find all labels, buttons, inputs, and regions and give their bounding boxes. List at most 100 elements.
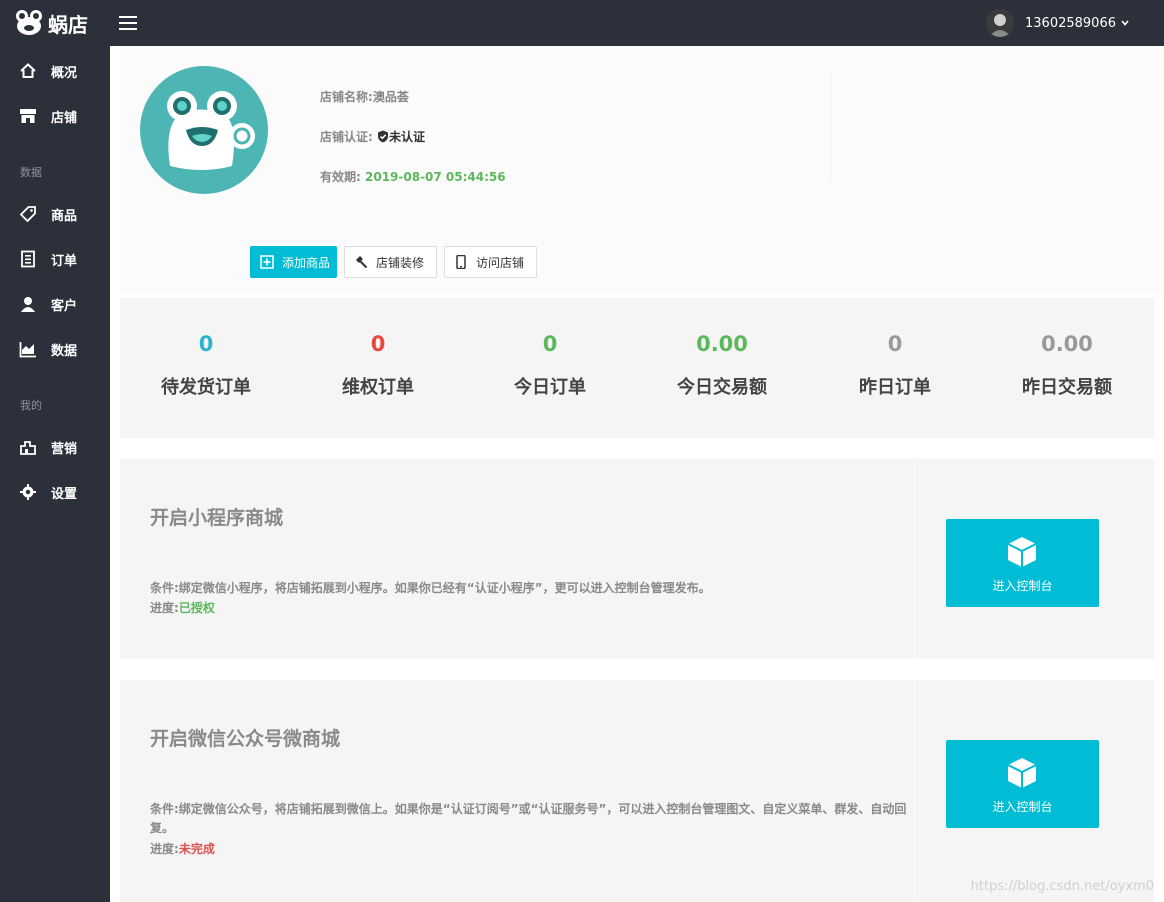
stat-label: 昨日订单 [859,377,931,398]
hammer-icon [356,256,368,269]
watermark: https://blog.csdn.net/oyxm0 [970,879,1154,894]
shield-check-icon [378,130,388,143]
store-profile: 店铺名称:澳品荟 店铺认证: 未认证 有效期: 2019-08-07 05:44… [120,46,1164,294]
brand[interactable]: 蜗店 [14,8,88,38]
progress-label: 进度: [150,842,179,856]
store-logo [140,66,268,194]
user-icon [21,297,35,312]
profile-divider [830,71,831,181]
gear-icon [20,484,36,500]
snail-logo-icon [16,10,42,35]
order-icon [21,250,35,268]
add-product-button[interactable]: 添加商品 [250,246,337,278]
avatar [986,9,1015,37]
mini-program-panel: 开启小程序商城 条件:绑定微信小程序，将店铺拓展到小程序。如果你已经有“认证小程… [120,459,1154,659]
top-bar: 蜗店 13602589066 [0,0,1164,46]
stats-panel: 0 待发货订单 0 维权订单 0 今日订单 0.00 今日交易额 0 昨日订单 … [120,298,1154,438]
panel-info: 开启小程序商城 条件:绑定微信小程序，将店铺拓展到小程序。如果你已经有“认证小程… [120,459,914,659]
main-content: 店铺名称:澳品荟 店铺认证: 未认证 有效期: 2019-08-07 05:44… [110,46,1164,902]
progress-label: 进度: [150,601,179,615]
stat-yesterday-orders[interactable]: 0 昨日订单 [809,298,981,438]
decorate-store-label: 店铺装修 [376,255,425,270]
stat-today-orders[interactable]: 0 今日订单 [464,298,636,438]
sidebar-item-label: 设置 [51,486,78,502]
sidebar-item-overview[interactable]: 概况 [0,49,110,93]
stat-value: 0.00 [1041,332,1093,356]
stat-label: 今日订单 [514,377,586,398]
sidebar-item-label: 店铺 [51,110,78,126]
add-product-label: 添加商品 [282,255,331,270]
enter-console-label: 进入控制台 [992,579,1053,593]
nav-group-mine: 我的 [20,399,42,412]
store-icon [20,109,36,123]
sidebar-item-orders[interactable]: 订单 [0,237,110,281]
enter-console-button[interactable]: 进入控制台 [946,519,1099,607]
stat-value: 0 [370,332,386,356]
sidebar: 概况 店铺 数据 商品 订单 客户 数据 我的 营销 设置 [0,46,110,902]
chart-icon [19,342,36,358]
panel-condition: 条件:绑定微信公众号，将店铺拓展到微信上。如果你是“认证订阅号”或“认证服务号”… [150,802,907,835]
panel-info: 开启微信公众号微商城 条件:绑定微信公众号，将店铺拓展到微信上。如果你是“认证订… [120,680,914,902]
store-verify-row: 店铺认证: 未认证 [320,128,425,145]
sidebar-item-marketing[interactable]: 营销 [0,425,110,469]
sidebar-item-label: 订单 [51,253,78,269]
stat-label: 昨日交易额 [1022,377,1112,398]
sidebar-item-store[interactable]: 店铺 [0,94,110,138]
stat-today-revenue[interactable]: 0.00 今日交易额 [636,298,808,438]
sidebar-item-settings[interactable]: 设置 [0,470,110,514]
stat-value: 0.00 [696,332,748,356]
sidebar-item-products[interactable]: 商品 [0,192,110,236]
stat-label: 待发货订单 [161,377,251,398]
panel-progress: 进度:未完成 [150,840,910,859]
stat-pending-shipment[interactable]: 0 待发货订单 [120,298,292,438]
store-name-row: 店铺名称:澳品荟 [320,88,409,105]
visit-store-label: 访问店铺 [476,255,525,270]
sidebar-item-label: 商品 [51,208,78,224]
store-expiry-value: 2019-08-07 05:44:56 [365,170,506,184]
sidebar-item-label: 客户 [51,298,78,314]
progress-value: 未完成 [178,842,215,856]
stat-value: 0 [887,332,903,356]
tag-icon [19,206,36,223]
enter-console-button[interactable]: 进入控制台 [946,740,1099,828]
stat-value: 0 [198,332,214,356]
wechat-official-panel: 开启微信公众号微商城 条件:绑定微信公众号，将店铺拓展到微信上。如果你是“认证订… [120,680,1154,902]
stat-yesterday-revenue[interactable]: 0.00 昨日交易额 [981,298,1153,438]
marketing-icon [20,441,36,455]
sidebar-item-label: 营销 [51,441,78,457]
panel-title: 开启微信公众号微商城 [150,728,341,750]
store-name-value: 澳品荟 [372,90,409,104]
snail-mascot-icon [167,91,255,170]
stat-label: 今日交易额 [677,377,767,398]
decorate-store-button[interactable]: 店铺装修 [344,246,437,278]
panel-title: 开启小程序商城 [150,507,284,529]
brand-name: 蜗店 [48,12,88,37]
cube-icon [1007,758,1037,788]
stat-value: 0 [542,332,558,356]
visit-store-button[interactable]: 访问店铺 [444,246,537,278]
panel-condition: 条件:绑定微信小程序，将店铺拓展到小程序。如果你已经有“认证小程序”，更可以进入… [150,581,711,595]
panel-action: 进入控制台 [916,680,1154,902]
sidebar-item-customers[interactable]: 客户 [0,282,110,326]
user-phone: 13602589066 [1025,15,1116,31]
stat-dispute-orders[interactable]: 0 维权订单 [292,298,464,438]
progress-value: 已授权 [178,601,215,615]
nav-group-data: 数据 [20,166,42,179]
store-name-label: 店铺名称: [320,90,373,104]
store-expiry-row: 有效期: 2019-08-07 05:44:56 [320,168,506,185]
store-expiry-label: 有效期: [320,170,361,184]
user-menu[interactable]: 13602589066 [986,9,1130,37]
store-verify-value: 未认证 [389,130,426,144]
enter-console-label: 进入控制台 [992,800,1053,814]
sidebar-item-label: 数据 [51,343,78,359]
chevron-down-icon [1121,20,1129,26]
mobile-icon [456,255,466,269]
plus-square-icon [260,255,274,269]
panel-progress: 进度:已授权 [150,599,910,618]
cube-icon [1007,537,1037,567]
sidebar-item-label: 概况 [51,65,78,81]
stat-label: 维权订单 [342,377,414,398]
menu-toggle-icon[interactable] [118,13,138,33]
sidebar-item-data[interactable]: 数据 [0,327,110,371]
home-icon [20,63,36,78]
